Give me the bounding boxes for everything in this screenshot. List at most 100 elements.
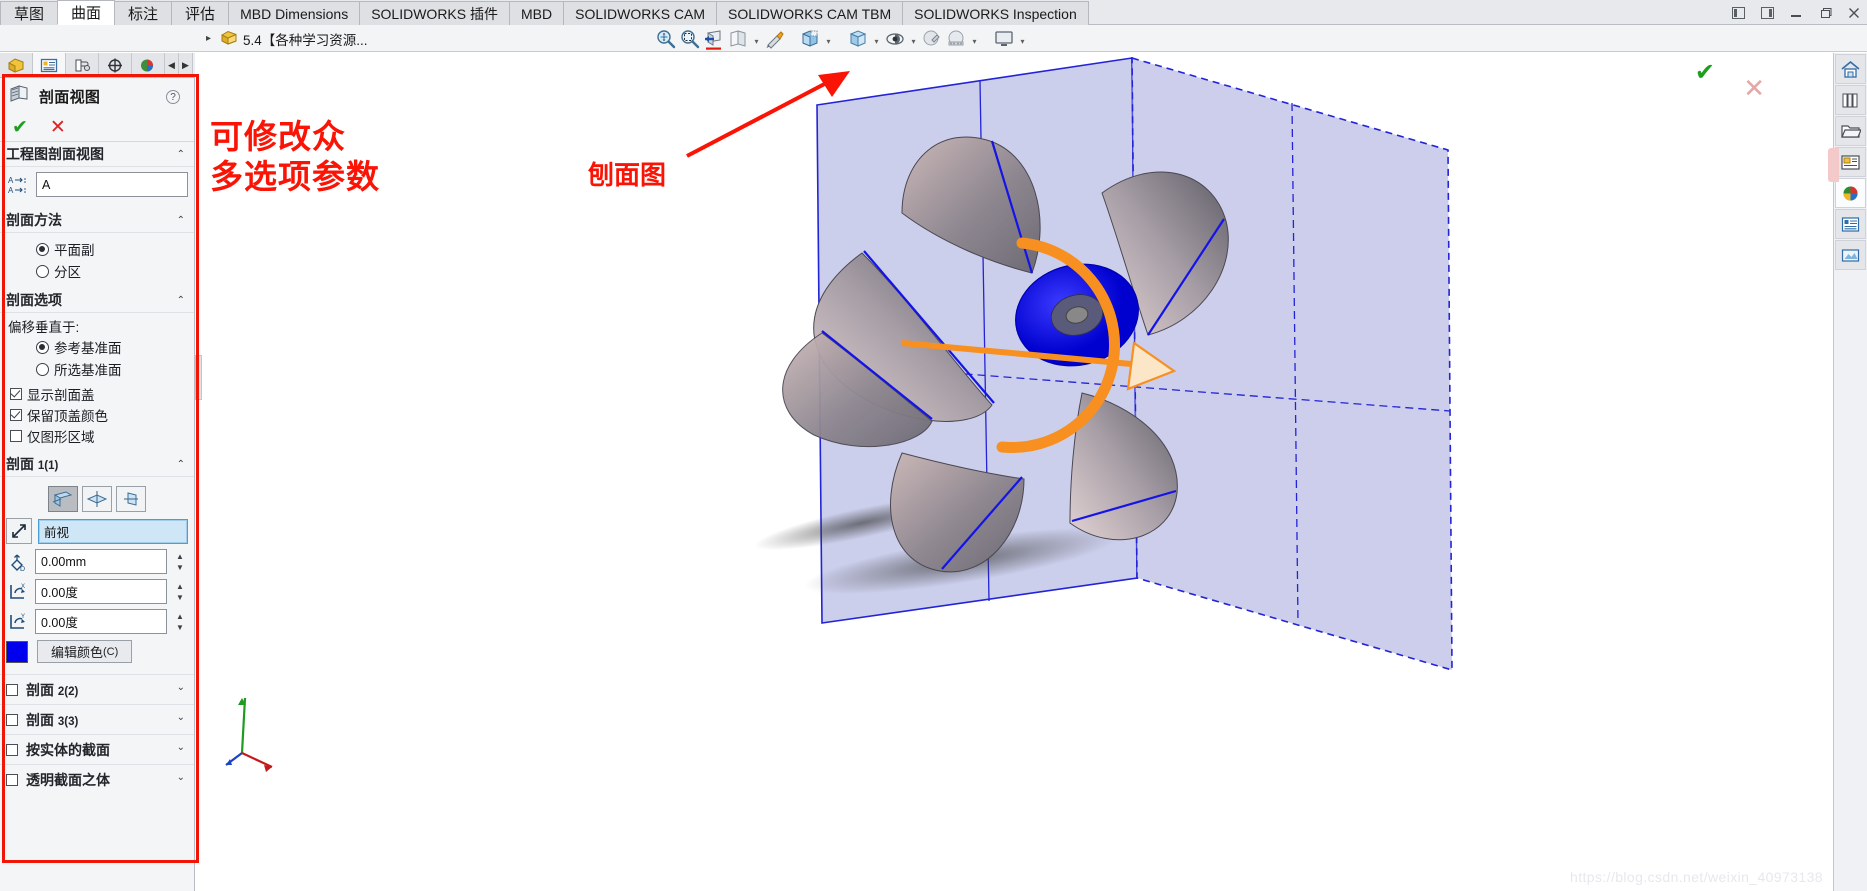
chevron-up-icon[interactable]: ⌃: [177, 215, 185, 226]
offset-distance-field-stepper[interactable]: ▲ ▼: [172, 549, 188, 574]
restore-window-icon[interactable]: [1816, 4, 1834, 22]
display-style-icon[interactable]: [846, 27, 870, 51]
collapsed-section-2[interactable]: 按实体的截面 ⌄: [0, 734, 194, 764]
zoom-to-area-icon[interactable]: [678, 27, 702, 51]
section1-header[interactable]: 剖面 1(1) ⌃: [0, 452, 194, 477]
reference-plane-input[interactable]: 前视: [38, 518, 188, 544]
radio-icon[interactable]: [36, 264, 49, 278]
top-plane-button[interactable]: [82, 486, 112, 512]
option-checkbox-1[interactable]: 保留顶盖颜色: [6, 404, 188, 425]
panel-tabs-scroll-left[interactable]: ◀: [165, 53, 179, 77]
checkbox-icon[interactable]: [10, 408, 22, 421]
chevron-down-icon[interactable]: ⌄: [177, 742, 185, 753]
chevron-up-icon[interactable]: ⌃: [177, 295, 185, 306]
viewport-accept-button[interactable]: ✔: [1695, 58, 1715, 87]
radio-icon[interactable]: [36, 362, 49, 376]
stepper-up-icon[interactable]: ▲: [176, 612, 184, 621]
option-checkbox-2[interactable]: 仅图形区域: [6, 425, 188, 446]
chevron-down-icon[interactable]: ⌄: [177, 712, 185, 723]
checkbox-icon[interactable]: [6, 773, 18, 786]
section-view-icon[interactable]: [702, 27, 726, 51]
view-orientation-caret-icon[interactable]: ▾: [750, 27, 763, 51]
graphics-viewport[interactable]: 可修改众 多选项参数 刨面图 ✔ ✕ https://blog.csdn.net…: [202, 53, 1833, 891]
ribbon-tab-1[interactable]: 曲面: [57, 0, 116, 25]
section-color-swatch[interactable]: [6, 640, 28, 663]
panel-tabs-scroll-right[interactable]: ▶: [179, 53, 193, 77]
breadcrumb-expand-icon[interactable]: ▸: [206, 33, 215, 44]
minimize-icon[interactable]: [1787, 4, 1805, 22]
cancel-button[interactable]: ✕: [50, 118, 66, 137]
reference-select-icon[interactable]: [6, 518, 32, 544]
radio-icon[interactable]: [36, 340, 49, 354]
stepper-down-icon[interactable]: ▼: [176, 593, 184, 602]
collapsed-section-3[interactable]: 透明截面之体 ⌄: [0, 764, 194, 794]
render-tools-icon[interactable]: [1835, 240, 1866, 270]
help-icon[interactable]: ?: [166, 90, 180, 104]
zoom-to-fit-icon[interactable]: [654, 27, 678, 51]
apply-scene-icon[interactable]: [920, 27, 944, 51]
checkbox-icon[interactable]: [6, 713, 18, 726]
rotation-x-field-stepper[interactable]: ▲ ▼: [172, 579, 188, 604]
appearance-icon[interactable]: [763, 27, 787, 51]
view-orientation-icon[interactable]: [726, 27, 750, 51]
display-style-caret-icon[interactable]: ▾: [870, 27, 883, 51]
rotation-x-field[interactable]: 0.00度: [35, 579, 167, 604]
method-option-0[interactable]: 平面副: [6, 238, 188, 260]
chevron-up-icon[interactable]: ⌃: [177, 459, 185, 470]
offset-option-0[interactable]: 参考基准面: [6, 336, 188, 358]
rotation-y-field[interactable]: 0.00度: [35, 609, 167, 634]
document-breadcrumb[interactable]: ▸ 5.4【各种学习资源...: [206, 25, 368, 52]
restore-right-icon[interactable]: [1758, 4, 1776, 22]
options-section-header[interactable]: 剖面选项 ⌃: [0, 288, 194, 313]
radio-icon[interactable]: [36, 242, 49, 256]
custom-properties-icon[interactable]: [1835, 209, 1866, 239]
ribbon-tab-4[interactable]: MBD Dimensions: [228, 1, 361, 25]
ribbon-tab-0[interactable]: 草图: [0, 1, 59, 25]
method-section-header[interactable]: 剖面方法 ⌃: [0, 208, 194, 233]
hide-show-items-icon[interactable]: [798, 27, 822, 51]
scene-caret-icon[interactable]: ▾: [968, 27, 981, 51]
panel-splitter[interactable]: [195, 355, 202, 400]
stepper-down-icon[interactable]: ▼: [176, 623, 184, 632]
stepper-up-icon[interactable]: ▲: [176, 552, 184, 561]
ribbon-tab-8[interactable]: SOLIDWORKS CAM TBM: [716, 1, 904, 25]
restore-left-icon[interactable]: [1729, 4, 1747, 22]
close-icon[interactable]: [1845, 4, 1863, 22]
view-visibility-caret-icon[interactable]: ▾: [907, 27, 920, 51]
checkbox-icon[interactable]: [10, 387, 22, 400]
ribbon-tab-9[interactable]: SOLIDWORKS Inspection: [902, 1, 1089, 25]
offset-distance-field[interactable]: 0.00mm: [35, 549, 167, 574]
stepper-down-icon[interactable]: ▼: [176, 563, 184, 572]
chevron-up-icon[interactable]: ⌃: [177, 149, 185, 160]
front-plane-button[interactable]: [48, 486, 78, 512]
task-pane-handle[interactable]: [1828, 148, 1839, 182]
design-library-icon[interactable]: [1835, 85, 1866, 115]
drawing-section-header[interactable]: 工程图剖面视图 ⌃: [0, 142, 194, 167]
stepper-up-icon[interactable]: ▲: [176, 582, 184, 591]
right-plane-button[interactable]: [116, 486, 146, 512]
accept-button[interactable]: ✔: [12, 118, 28, 137]
checkbox-icon[interactable]: [10, 429, 22, 442]
viewport-cancel-button[interactable]: ✕: [1743, 73, 1765, 104]
ribbon-tab-7[interactable]: SOLIDWORKS CAM: [563, 1, 718, 25]
feature-manager-tab[interactable]: [0, 53, 33, 77]
view-visibility-icon[interactable]: [883, 27, 907, 51]
ribbon-tab-5[interactable]: SOLIDWORKS 插件: [359, 1, 510, 25]
edit-color-button[interactable]: 编辑颜色 (C): [37, 640, 133, 663]
option-checkbox-0[interactable]: 显示剖面盖: [6, 383, 188, 404]
file-explorer-icon[interactable]: [1835, 116, 1866, 146]
offset-option-1[interactable]: 所选基准面: [6, 358, 188, 380]
scene-icon[interactable]: [944, 27, 968, 51]
viewport-settings-caret-icon[interactable]: ▾: [1016, 27, 1029, 51]
collapsed-section-0[interactable]: 剖面 2(2) ⌄: [0, 674, 194, 704]
view-palette-icon[interactable]: [1835, 147, 1866, 177]
section-name-input[interactable]: A: [36, 172, 188, 197]
chevron-down-icon[interactable]: ⌄: [177, 772, 185, 783]
display-manager-tab[interactable]: [132, 53, 165, 77]
ribbon-tab-3[interactable]: 评估: [171, 1, 230, 25]
ribbon-tab-6[interactable]: MBD: [509, 1, 565, 25]
collapsed-section-1[interactable]: 剖面 3(3) ⌄: [0, 704, 194, 734]
method-option-1[interactable]: 分区: [6, 260, 188, 282]
chevron-down-icon[interactable]: ⌄: [177, 682, 185, 693]
configuration-manager-tab[interactable]: [66, 53, 99, 77]
